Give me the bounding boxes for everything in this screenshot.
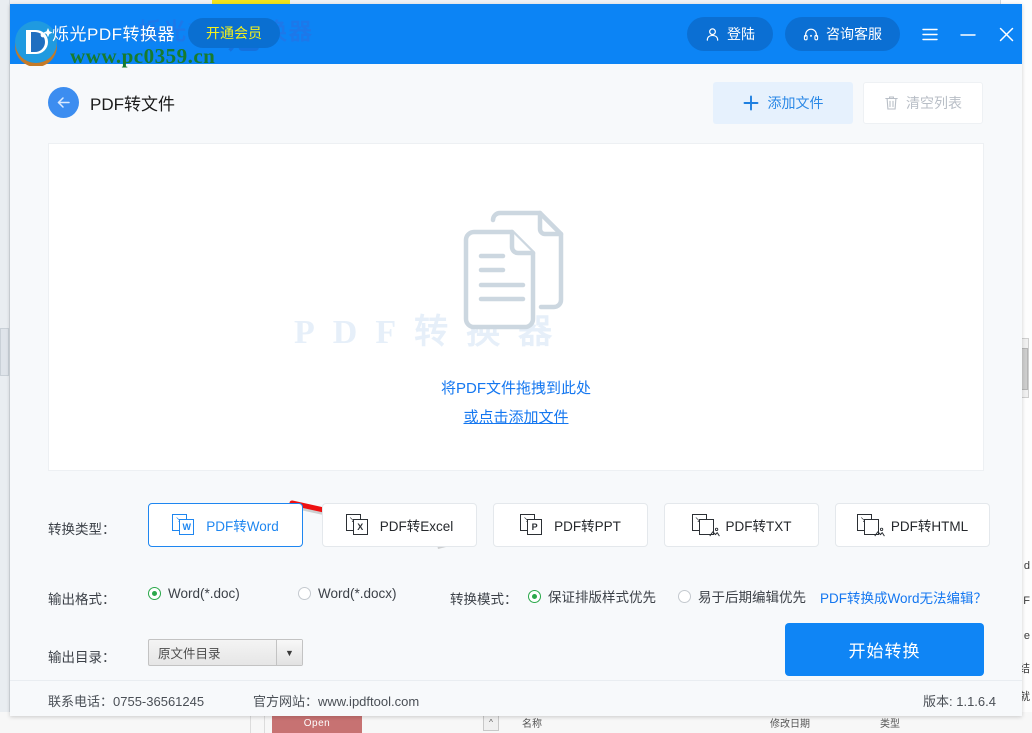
radio-icon	[528, 590, 541, 603]
page-header: PDF转文件 添加文件 清空列表	[10, 86, 1022, 138]
picture-glyph	[874, 527, 885, 537]
convert-mode-option-editable[interactable]: 易于后期编辑优先	[678, 586, 806, 606]
plus-icon	[743, 95, 759, 111]
background-left-scroll-tab[interactable]	[0, 328, 9, 376]
start-convert-label: 开始转换	[849, 637, 921, 662]
output-directory-label: 输出目录：	[48, 646, 116, 666]
drop-zone-primary-text: 将PDF文件拖拽到此处	[49, 374, 983, 403]
convert-help-link[interactable]: PDF转换成Word无法编辑？	[820, 587, 987, 607]
convert-type-label-excel: PDF转Excel	[380, 515, 454, 535]
hamburger-glyph	[922, 28, 938, 41]
minimize-icon[interactable]	[954, 20, 982, 48]
watermark-website: www.pc0359.cn	[70, 44, 215, 69]
ppt-badge: P	[527, 519, 542, 535]
app-window: 烁光PDF转换器 冠 烁光PDF转换器 开通会员 www.pc0359.cn 登…	[10, 4, 1022, 716]
convert-type-label: 转换类型：	[48, 518, 116, 538]
vip-upgrade-button[interactable]: 开通会员	[188, 18, 280, 48]
radio-icon	[148, 587, 161, 600]
background-text-fragment: e	[1024, 630, 1030, 642]
background-column-date: 修改日期	[770, 715, 810, 730]
convert-mode-option-layout-label: 保证排版样式优先	[548, 586, 656, 606]
convert-mode-label: 转换模式：	[450, 588, 518, 608]
close-glyph	[999, 27, 1014, 42]
vip-button-label: 开通会员	[206, 23, 262, 43]
footer-version: 版本: 1.1.6.4	[923, 691, 996, 710]
ppt-file-icon: ↘ P	[520, 514, 544, 536]
picture-glyph	[709, 527, 720, 537]
output-directory-row: 输出目录： 原文件目录 ▼ 开始转换	[10, 632, 1022, 676]
convert-type-label-ppt: PDF转PPT	[554, 515, 621, 535]
minimize-glyph	[960, 28, 976, 41]
app-title: 烁光PDF转换器	[52, 20, 175, 45]
trash-icon	[884, 95, 899, 111]
convert-type-label-word: PDF转Word	[206, 515, 279, 535]
radio-icon	[298, 587, 311, 600]
background-column-name: 名称	[522, 715, 542, 730]
page-title: PDF转文件	[90, 90, 175, 115]
clear-list-button[interactable]: 清空列表	[863, 82, 983, 124]
output-format-option-doc-label: Word(*.doc)	[168, 586, 240, 601]
customer-service-button[interactable]: 咨询客服	[785, 17, 900, 51]
output-format-option-docx[interactable]: Word(*.docx)	[298, 586, 397, 601]
user-icon	[705, 27, 720, 42]
background-column-type: 类型	[880, 715, 900, 730]
background-open-button[interactable]: Open	[272, 713, 362, 733]
output-directory-select[interactable]: 原文件目录 ▼	[148, 639, 303, 666]
convert-type-pdf-to-ppt[interactable]: ↘ P PDF转PPT	[493, 503, 648, 547]
convert-mode-option-layout[interactable]: 保证排版样式优先	[528, 586, 656, 606]
drop-zone-add-link[interactable]: 或点击添加文件	[463, 403, 568, 432]
output-format-option-doc[interactable]: Word(*.doc)	[148, 586, 240, 601]
file-drop-zone[interactable]: PDF转换器 将PDF文件拖拽到此处 或点击添加文件	[48, 143, 984, 471]
login-button[interactable]: 登陆	[687, 17, 773, 51]
headset-icon	[803, 27, 819, 42]
convert-type-pdf-to-excel[interactable]: ↘ X PDF转Excel	[322, 503, 477, 547]
convert-type-pdf-to-html[interactable]: ↘ PDF转HTML	[835, 503, 990, 547]
convert-type-label-html: PDF转HTML	[891, 515, 968, 535]
convert-type-pdf-to-word[interactable]: ↘ W PDF转Word	[148, 503, 303, 547]
image-file-icon: ↘	[857, 514, 881, 536]
footer-phone: 联系电话：0755-36561245	[48, 691, 204, 710]
drop-zone-text: 将PDF文件拖拽到此处 或点击添加文件	[49, 374, 983, 432]
word-badge: W	[179, 519, 194, 535]
convert-mode-option-editable-label: 易于后期编辑优先	[698, 586, 806, 606]
background-spinner-icon[interactable]: ^	[483, 714, 499, 731]
excel-badge: X	[353, 519, 368, 535]
output-format-label: 输出格式：	[48, 588, 116, 608]
footer-bar: 联系电话：0755-36561245 官方网站：www.ipdftool.com…	[10, 680, 1022, 716]
start-convert-button[interactable]: 开始转换	[785, 623, 984, 676]
hamburger-menu-icon[interactable]	[916, 20, 944, 48]
add-file-button[interactable]: 添加文件	[713, 82, 853, 124]
footer-website: 官方网站：www.ipdftool.com	[253, 691, 419, 710]
chevron-down-icon[interactable]: ▼	[276, 640, 302, 665]
customer-service-label: 咨询客服	[826, 24, 882, 44]
close-icon[interactable]	[992, 20, 1020, 48]
login-button-label: 登陆	[727, 24, 755, 44]
output-format-option-docx-label: Word(*.docx)	[318, 586, 397, 601]
background-text-fragment: F	[1023, 595, 1030, 607]
convert-type-pdf-to-txt[interactable]: ↘ PDF转TXT	[664, 503, 819, 547]
arrow-left-icon	[56, 96, 71, 109]
documents-icon	[451, 198, 581, 338]
background-text-fragment: d	[1024, 560, 1030, 572]
radio-icon	[678, 590, 691, 603]
title-bar: 烁光PDF转换器 冠 烁光PDF转换器 开通会员 www.pc0359.cn 登…	[10, 4, 1022, 64]
clear-list-label: 清空列表	[906, 93, 962, 113]
image-file-icon: ↘	[692, 514, 716, 536]
add-file-label: 添加文件	[768, 93, 824, 113]
back-button[interactable]	[48, 87, 79, 118]
convert-type-row: 转换类型： ↘ W PDF转Word ↘ X PDF转Excel ↘ P PDF…	[10, 503, 1022, 549]
convert-type-label-txt: PDF转TXT	[726, 515, 792, 535]
excel-file-icon: ↘ X	[346, 514, 370, 536]
output-directory-value: 原文件目录	[149, 643, 221, 662]
output-format-row: 输出格式： Word(*.doc) Word(*.docx) 转换模式： 保证排…	[10, 582, 1022, 612]
word-file-icon: ↘ W	[172, 514, 196, 536]
